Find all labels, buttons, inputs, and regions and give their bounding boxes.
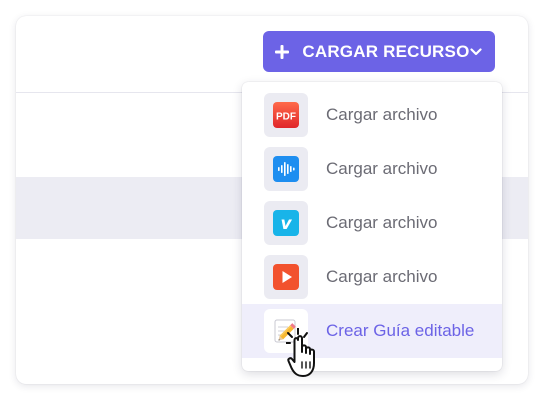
menu-item-label: Cargar archivo (326, 267, 438, 286)
menu-item-label: Cargar archivo (326, 213, 438, 232)
hand-pointer-cursor (285, 327, 334, 382)
menu-item-upload-video[interactable]: Cargar archivo (242, 250, 502, 304)
menu-item-label: Cargar archivo (326, 105, 438, 124)
pdf-icon-text: PDF (276, 112, 296, 123)
menu-item-label: Cargar archivo (326, 159, 438, 178)
chevron-down-icon (470, 45, 484, 59)
screen: CARGAR RECURSO PDF Cargar archivo Cargar… (0, 0, 546, 401)
upload-resource-button[interactable]: CARGAR RECURSO (263, 31, 495, 72)
plus-icon (273, 44, 290, 60)
menu-item-upload-vimeo[interactable]: v Cargar archivo (242, 196, 502, 250)
upload-dropdown-menu: PDF Cargar archivo Cargar archivo v Carg… (242, 82, 502, 371)
menu-item-label: Crear Guía editable (326, 321, 475, 340)
vimeo-icon: v (264, 201, 308, 245)
vimeo-icon-text: v (280, 214, 292, 234)
audio-icon (264, 147, 308, 191)
menu-item-create-editable-guide[interactable]: Crear Guía editable (242, 304, 502, 358)
pdf-icon: PDF (264, 93, 308, 137)
upload-resource-button-label: CARGAR RECURSO (302, 41, 470, 61)
menu-item-upload-audio[interactable]: Cargar archivo (242, 142, 502, 196)
menu-item-upload-pdf[interactable]: PDF Cargar archivo (242, 88, 502, 142)
video-play-icon (264, 255, 308, 299)
